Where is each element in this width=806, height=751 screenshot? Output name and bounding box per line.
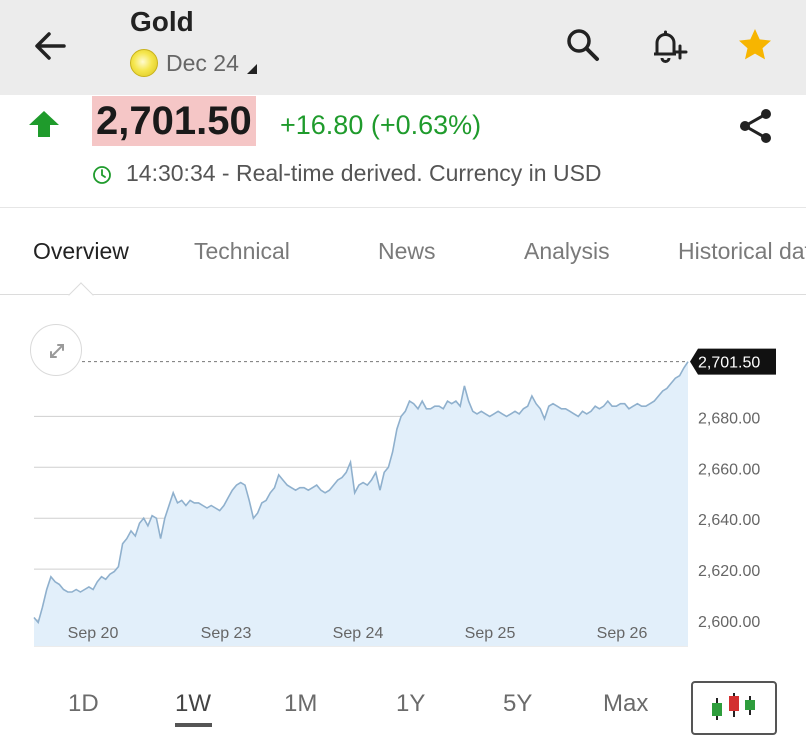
tab-news[interactable]: News [378,238,436,265]
x-tick-label: Sep 24 [333,625,384,642]
chart-area-fill [34,361,688,646]
y-tick-label: 2,660.00 [698,461,760,478]
tab-overview[interactable]: Overview [33,238,129,265]
range-active-underline [175,723,212,727]
quote-panel: 2,701.50 +16.80 (+0.63%) 14:30:34 - Real… [0,96,806,208]
price-chart[interactable]: 2,600.00 2,620.00 2,640.00 2,660.00 2,680.00… [0,296,806,666]
y-tick-label: 2,680.00 [698,410,760,427]
x-tick-label: Sep 23 [201,625,252,642]
app-header: Gold Dec 24 [0,0,806,95]
tab-analysis[interactable]: Analysis [524,238,610,265]
y-tick-label: 2,640.00 [698,512,760,529]
range-1w[interactable]: 1W [175,690,211,718]
last-price-tag-label: 2,701.50 [698,355,760,372]
tab-technical[interactable]: Technical [194,238,290,265]
clock-icon [92,165,112,190]
gold-coin-icon [130,49,158,77]
range-5y[interactable]: 5Y [503,690,532,718]
tab-historical-data[interactable]: Historical data [678,238,806,265]
y-tick-label: 2,620.00 [698,563,760,580]
candlestick-icon [712,693,755,720]
back-arrow-icon[interactable] [30,26,70,66]
contract-label: Dec 24 [166,49,239,76]
range-max[interactable]: Max [603,690,648,718]
chart-canvas: 2,600.00 2,620.00 2,640.00 2,660.00 2,680.00… [33,348,776,647]
range-1m[interactable]: 1M [284,690,317,718]
y-tick-label: 2,600.00 [698,614,760,631]
expand-icon [50,344,64,358]
expand-chart-button[interactable] [30,324,82,376]
tab-bar: Overview Technical News Analysis Histori… [0,209,806,295]
share-icon[interactable] [736,106,776,146]
search-icon[interactable] [563,25,603,65]
price-up-arrow-icon [28,109,60,144]
range-1d[interactable]: 1D [68,690,99,718]
x-tick-label: Sep 26 [597,625,648,642]
time-range-selector: 1D 1W 1M 1Y 5Y Max [0,670,806,751]
caret-down-icon [246,64,257,74]
last-price-tag: 2,701.50 [690,348,776,375]
x-tick-label: Sep 25 [465,625,516,642]
instrument-title: Gold [130,6,194,37]
range-1y[interactable]: 1Y [396,690,425,718]
x-tick-label: Sep 20 [68,625,119,642]
candlestick-chart-toggle[interactable] [691,681,777,735]
last-price: 2,701.50 [92,96,256,146]
price-change: +16.80 (+0.63%) [280,110,482,140]
quote-status: 14:30:34 - Real-time derived. Currency i… [126,160,602,186]
add-alert-bell-icon[interactable] [648,25,688,65]
contract-selector[interactable]: Dec 24 [130,48,257,78]
watchlist-star-icon[interactable] [735,25,775,65]
